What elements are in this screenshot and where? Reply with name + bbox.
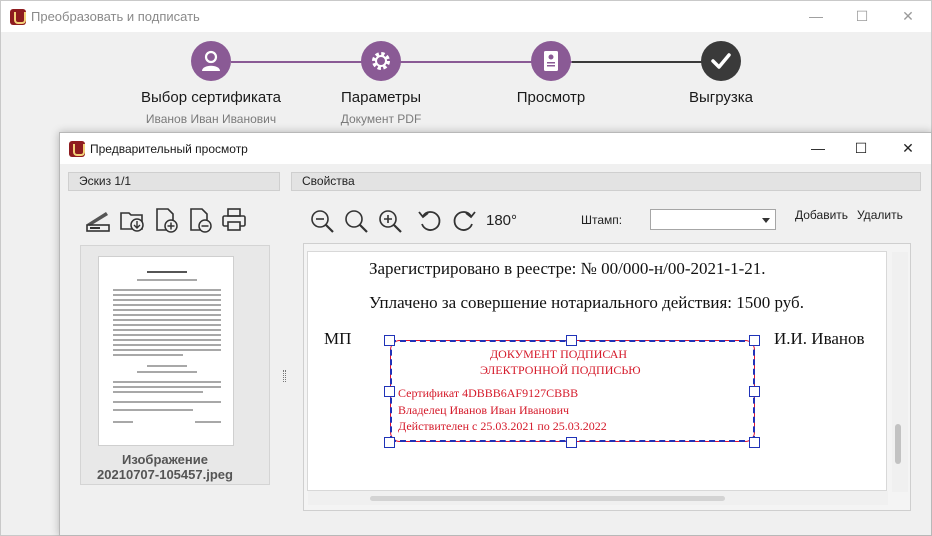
dialog-titlebar: Предварительный просмотр — ☐ ✕ — [60, 133, 931, 164]
gear-icon — [372, 52, 390, 70]
main-window-title: Преобразовать и подписать — [31, 9, 200, 24]
doc-mp-mark: МП — [324, 329, 352, 348]
thumb-text-line — [113, 344, 221, 346]
main-titlebar: Преобразовать и подписать — ☐ ✕ — [1, 1, 931, 32]
remove-page-icon[interactable] — [186, 206, 214, 234]
thumb-text-line — [113, 401, 221, 403]
step-parameters[interactable] — [361, 41, 401, 81]
properties-panel-header: Свойства — [291, 172, 921, 191]
stamp-validity: Действителен с 25.03.2021 по 25.03.2022 — [398, 419, 607, 433]
panel-splitter[interactable] — [283, 370, 286, 382]
doc-signer-name: И.И. Иванов — [774, 329, 865, 348]
thumb-text-line — [147, 365, 187, 367]
resize-handle-n[interactable] — [566, 335, 577, 346]
thumb-text-line — [113, 304, 221, 306]
stamp-certificate: Сертификат 4DBBB6AF9127CBBB — [398, 386, 579, 400]
thumb-text-line — [113, 386, 221, 388]
resize-handle-s[interactable] — [566, 437, 577, 448]
checkmark-icon — [711, 53, 731, 69]
thumb-text-line — [113, 324, 221, 326]
app-logo-icon — [10, 9, 26, 25]
folder-download-icon[interactable] — [118, 206, 146, 234]
remove-stamp-button[interactable]: Удалить — [857, 208, 903, 222]
add-page-icon[interactable] — [152, 206, 180, 234]
rotate-left-icon[interactable] — [417, 208, 443, 234]
thumb-text-line — [113, 391, 203, 393]
thumb-text-line — [195, 421, 221, 423]
minimize-button[interactable]: — — [793, 1, 839, 32]
resize-handle-sw[interactable] — [384, 437, 395, 448]
thumb-text-line — [113, 354, 183, 356]
doc-registry-line: Зарегистрировано в реестре: № 00/000-н/0… — [369, 259, 766, 278]
resize-handle-nw[interactable] — [384, 335, 395, 346]
thumb-text-line — [113, 329, 221, 331]
page-thumbnail[interactable] — [98, 256, 234, 446]
step-certificate[interactable] — [191, 41, 231, 81]
stamp-select[interactable] — [650, 209, 776, 230]
thumb-text-line — [113, 339, 221, 341]
wizard-steps: Выбор сертификата Иванов Иван Иванович П… — [1, 33, 931, 133]
close-button[interactable]: ✕ — [885, 1, 931, 32]
thumb-text-line — [113, 289, 221, 291]
step-parameters-sub: Документ PDF — [340, 112, 422, 126]
sketch-panel-header: Эскиз 1/1 — [68, 172, 280, 191]
certificate-icon — [544, 51, 558, 71]
resize-handle-e[interactable] — [749, 386, 760, 397]
thumb-text-line — [113, 421, 133, 423]
dialog-maximize-button[interactable]: ☐ — [838, 133, 884, 164]
dialog-minimize-button[interactable]: — — [795, 133, 841, 164]
thumb-text-line — [113, 381, 221, 383]
resize-handle-se[interactable] — [749, 437, 760, 448]
user-icon — [202, 50, 220, 71]
step-export[interactable] — [701, 41, 741, 81]
thumb-text-line — [137, 371, 197, 373]
thumb-text-line — [113, 349, 221, 351]
thumbnail-name: Изображение — [122, 452, 208, 467]
dialog-logo-icon — [69, 141, 85, 157]
horizontal-scroll-thumb[interactable] — [370, 496, 725, 501]
thumb-text-line — [113, 409, 193, 411]
scanner-icon[interactable] — [84, 206, 112, 234]
step-export-label: Выгрузка — [688, 89, 754, 106]
thumb-text-line — [113, 319, 221, 321]
thumb-text-line — [147, 271, 187, 273]
thumb-text-line — [137, 279, 197, 281]
thumb-text-line — [113, 314, 221, 316]
thumbnail-filename: 20210707-105457.jpeg — [97, 467, 233, 482]
rotate-180-icon[interactable]: 180° — [486, 212, 517, 238]
step-preview[interactable] — [531, 41, 571, 81]
resize-handle-ne[interactable] — [749, 335, 760, 346]
resize-handle-w[interactable] — [384, 386, 395, 397]
stamp-label: Штамп: — [581, 213, 623, 227]
stamp-title-line1: ДОКУМЕНТ ПОДПИСАН — [490, 347, 628, 361]
rotate-right-icon[interactable] — [451, 208, 477, 234]
wizard-remaining-line — [572, 61, 702, 63]
zoom-fit-icon[interactable] — [343, 208, 369, 234]
thumb-text-line — [113, 309, 221, 311]
dialog-title: Предварительный просмотр — [90, 142, 248, 156]
doc-payment-line: Уплачено за совершение нотариального дей… — [369, 293, 804, 312]
stamp-owner: Владелец Иванов Иван Иванович — [398, 403, 570, 417]
print-icon[interactable] — [220, 206, 248, 234]
thumb-text-line — [113, 294, 221, 296]
stamp-title-line2: ЭЛЕКТРОННОЙ ПОДПИСЬЮ — [480, 363, 641, 377]
zoom-out-icon[interactable] — [309, 208, 335, 234]
dialog-close-button[interactable]: ✕ — [885, 133, 931, 164]
thumb-text-line — [113, 334, 221, 336]
thumb-text-line — [113, 299, 221, 301]
vertical-scroll-thumb[interactable] — [895, 424, 901, 464]
zoom-in-icon[interactable] — [377, 208, 403, 234]
add-stamp-button[interactable]: Добавить — [795, 208, 848, 222]
maximize-button[interactable]: ☐ — [839, 1, 885, 32]
